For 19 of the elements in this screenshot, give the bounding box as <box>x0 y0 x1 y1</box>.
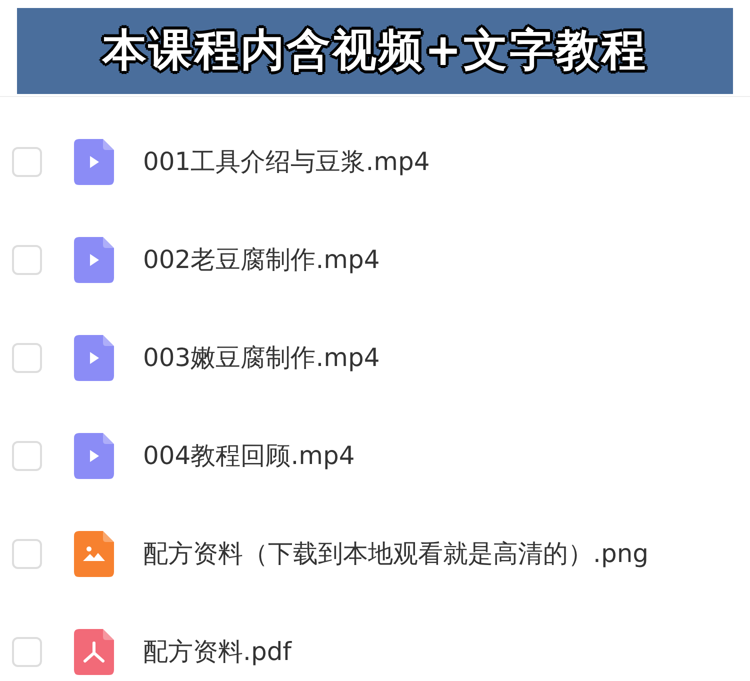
checkbox[interactable] <box>12 147 42 177</box>
file-name[interactable]: 配方资料（下载到本地观看就是高清的）.png <box>143 535 649 573</box>
checkbox[interactable] <box>12 637 42 667</box>
video-file-icon <box>74 139 114 185</box>
file-name[interactable]: 003嫩豆腐制作.mp4 <box>143 339 380 377</box>
banner-title: 本课程内含视频+文字教程 <box>102 24 648 78</box>
file-name[interactable]: 配方资料.pdf <box>143 633 292 671</box>
checkbox[interactable] <box>12 245 42 275</box>
checkbox[interactable] <box>12 539 42 569</box>
checkbox[interactable] <box>12 441 42 471</box>
video-file-icon <box>74 237 114 283</box>
file-name[interactable]: 002老豆腐制作.mp4 <box>143 241 380 279</box>
image-file-icon <box>74 531 114 577</box>
file-name[interactable]: 004教程回顾.mp4 <box>143 437 355 475</box>
video-file-icon <box>74 433 114 479</box>
pdf-file-icon <box>74 629 114 675</box>
file-name[interactable]: 001工具介绍与豆浆.mp4 <box>143 143 430 181</box>
checkbox[interactable] <box>12 343 42 373</box>
video-file-icon <box>74 335 114 381</box>
